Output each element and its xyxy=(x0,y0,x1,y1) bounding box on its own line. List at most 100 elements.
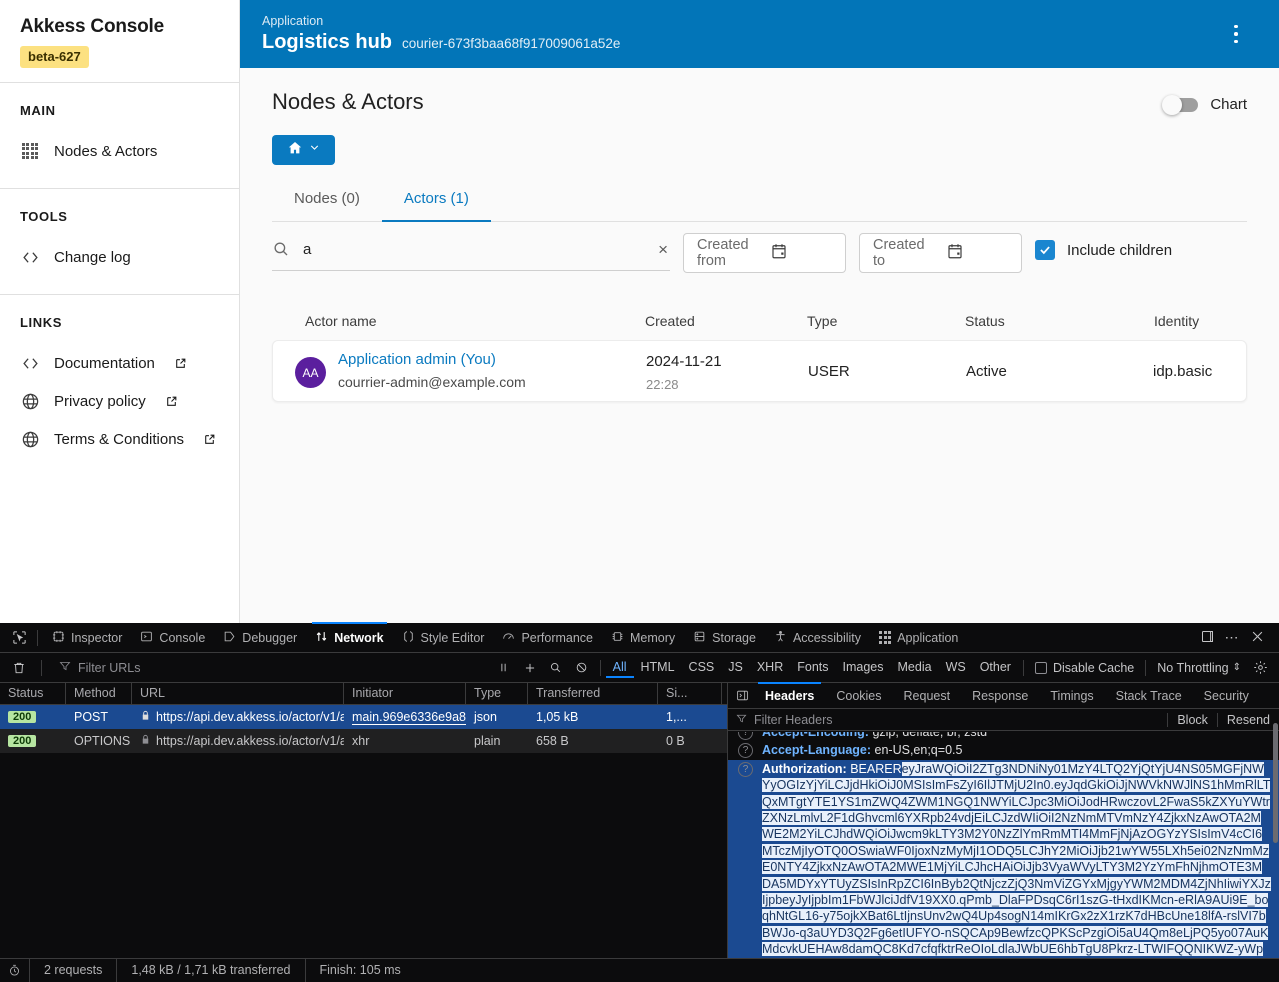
created-from-field[interactable]: Created from xyxy=(683,233,846,273)
block-button[interactable]: Block xyxy=(1167,713,1217,727)
filter-type-html[interactable]: HTML xyxy=(634,658,682,678)
sidebar-brand: Akkess Console beta-627 xyxy=(0,0,239,83)
sidebar-item-documentation[interactable]: Documentation xyxy=(0,344,239,382)
home-button[interactable] xyxy=(272,135,335,165)
app-root: Akkess Console beta-627 MAIN Nodes & Act… xyxy=(0,0,1279,982)
actor-name-link[interactable]: Application admin (You) xyxy=(338,351,496,368)
request-method: OPTIONS xyxy=(66,734,132,748)
brand-title: Akkess Console xyxy=(20,16,219,38)
table-row[interactable]: AA Application admin (You) courrier-admi… xyxy=(272,340,1247,402)
lock-icon xyxy=(140,734,151,748)
devtools-tab-debugger[interactable]: Debugger xyxy=(214,623,306,652)
search-field[interactable]: × xyxy=(272,237,670,271)
network-row[interactable]: 200 OPTIONS https://api.dev.akkess.io/ac… xyxy=(0,729,727,753)
calendar-icon[interactable] xyxy=(946,242,1011,264)
devtools-tab-inspector[interactable]: Inspector xyxy=(43,623,131,652)
search-input[interactable] xyxy=(303,241,645,258)
search-icon[interactable] xyxy=(543,657,569,679)
details-tab-stack-trace[interactable]: Stack Trace xyxy=(1105,683,1193,708)
devtools-tab-network[interactable]: Network xyxy=(306,623,392,652)
filter-type-all[interactable]: All xyxy=(606,658,634,678)
throttling-value: No Throttling xyxy=(1157,661,1228,675)
created-to-field[interactable]: Created to xyxy=(859,233,1022,273)
pause-icon[interactable] xyxy=(491,657,517,679)
header-row-authorization[interactable]: ? Authorization: BEAREReyJraWQiOiI2ZTg3N… xyxy=(728,760,1279,958)
dock-panel-icon[interactable] xyxy=(1200,629,1215,647)
resend-button[interactable]: Resend xyxy=(1217,713,1279,727)
details-tab-response[interactable]: Response xyxy=(961,683,1039,708)
col-method[interactable]: Method xyxy=(66,683,132,704)
app-id: courier-673f3baa68f917009061a52e xyxy=(402,36,620,51)
filter-type-images[interactable]: Images xyxy=(836,658,891,678)
details-tab-cookies[interactable]: Cookies xyxy=(825,683,892,708)
tab-nodes[interactable]: Nodes (0) xyxy=(272,178,382,222)
devtools-tab-style-editor[interactable]: Style Editor xyxy=(393,623,494,652)
filter-type-media[interactable]: Media xyxy=(891,658,939,678)
col-transferred[interactable]: Transferred xyxy=(528,683,658,704)
clear-search-icon[interactable]: × xyxy=(658,241,670,258)
overflow-menu-icon[interactable] xyxy=(1225,20,1247,48)
filter-urls-field[interactable]: Filter URLs xyxy=(51,660,471,675)
details-tab-security[interactable]: Security xyxy=(1193,683,1260,708)
sidebar-item-privacy-policy[interactable]: Privacy policy xyxy=(0,382,239,420)
help-icon[interactable]: ? xyxy=(738,732,753,740)
sidebar-item-terms-conditions[interactable]: Terms & Conditions xyxy=(0,420,239,458)
col-initiator[interactable]: Initiator xyxy=(344,683,466,704)
col-url[interactable]: URL xyxy=(132,683,344,704)
devtools-tab-performance[interactable]: Performance xyxy=(493,623,602,652)
new-request-icon[interactable] xyxy=(517,657,543,679)
chart-toggle-switch[interactable] xyxy=(1164,98,1198,112)
block-requests-icon[interactable] xyxy=(569,657,595,679)
devtools-tab-label: Console xyxy=(159,631,205,645)
chart-toggle[interactable]: Chart xyxy=(1164,96,1247,113)
filter-type-other[interactable]: Other xyxy=(973,658,1018,678)
tabs: Nodes (0) Actors (1) xyxy=(272,178,1247,222)
col-status[interactable]: Status xyxy=(0,683,66,704)
clear-requests-icon[interactable] xyxy=(6,657,32,679)
col-size[interactable]: Si... xyxy=(658,683,722,704)
filter-type-xhr[interactable]: XHR xyxy=(750,658,790,678)
devtools-more-icon[interactable]: ⋯ xyxy=(1225,629,1241,646)
filter-type-js[interactable]: JS xyxy=(721,658,750,678)
include-children-checkbox[interactable]: Include children xyxy=(1035,240,1172,260)
finish-time: Finish: 105 ms xyxy=(306,959,415,982)
header-name: Accept-Language: xyxy=(762,743,871,757)
devtools-tab-label: Memory xyxy=(630,631,675,645)
devtools-tab-memory[interactable]: Memory xyxy=(602,623,684,652)
sidebar-heading-tools: TOOLS xyxy=(0,203,239,238)
sidebar-item-change-log[interactable]: Change log xyxy=(0,238,239,276)
help-icon[interactable]: ? xyxy=(738,743,753,758)
settings-gear-icon[interactable] xyxy=(1247,657,1273,679)
details-tab-headers[interactable]: Headers xyxy=(754,683,825,708)
filter-type-fonts[interactable]: Fonts xyxy=(790,658,835,678)
col-type[interactable]: Type xyxy=(466,683,528,704)
devtools-tab-application[interactable]: Application xyxy=(870,623,967,652)
request-count: 2 requests xyxy=(30,959,117,982)
authorization-token[interactable]: eyJraWQiOiI2ZTg3NDNiNy01MzY4LTQ2YjQtYjU4… xyxy=(762,762,1271,958)
filter-type-css[interactable]: CSS xyxy=(682,658,722,678)
filter-headers-field[interactable]: Filter Headers Block Resend xyxy=(728,709,1279,731)
disable-cache-checkbox[interactable]: Disable Cache xyxy=(1035,661,1134,675)
network-row[interactable]: 200 POST https://api.dev.akkess.io/actor… xyxy=(0,705,727,729)
devtools-tab-accessibility[interactable]: Accessibility xyxy=(765,623,870,652)
devtools-tab-console[interactable]: Console xyxy=(131,623,214,652)
search-icon xyxy=(272,240,290,258)
throttling-select[interactable]: No Throttling ⇕ xyxy=(1151,661,1247,675)
headers-scrollbar[interactable] xyxy=(1272,683,1279,958)
toggle-sidebar-icon[interactable] xyxy=(730,685,754,707)
tab-actors[interactable]: Actors (1) xyxy=(382,178,491,222)
filter-type-ws[interactable]: WS xyxy=(939,658,973,678)
close-icon[interactable] xyxy=(1250,629,1265,647)
calendar-icon[interactable] xyxy=(770,242,835,264)
element-picker-icon[interactable] xyxy=(6,627,32,649)
grid-icon xyxy=(20,141,40,161)
details-tab-request[interactable]: Request xyxy=(893,683,962,708)
details-tab-timings[interactable]: Timings xyxy=(1039,683,1104,708)
sidebar-item-nodes-actors[interactable]: Nodes & Actors xyxy=(0,132,239,170)
request-initiator[interactable]: main.969e6336e9a8... xyxy=(352,710,466,725)
devtools-tab-label: Debugger xyxy=(242,631,297,645)
help-icon[interactable]: ? xyxy=(738,762,753,777)
header-row[interactable]: ? Accept-Language: en-US,en;q=0.5 xyxy=(728,741,1279,759)
header-row[interactable]: ? Accept-Encoding: gzip, deflate, br, zs… xyxy=(728,732,1279,741)
devtools-tab-storage[interactable]: Storage xyxy=(684,623,765,652)
